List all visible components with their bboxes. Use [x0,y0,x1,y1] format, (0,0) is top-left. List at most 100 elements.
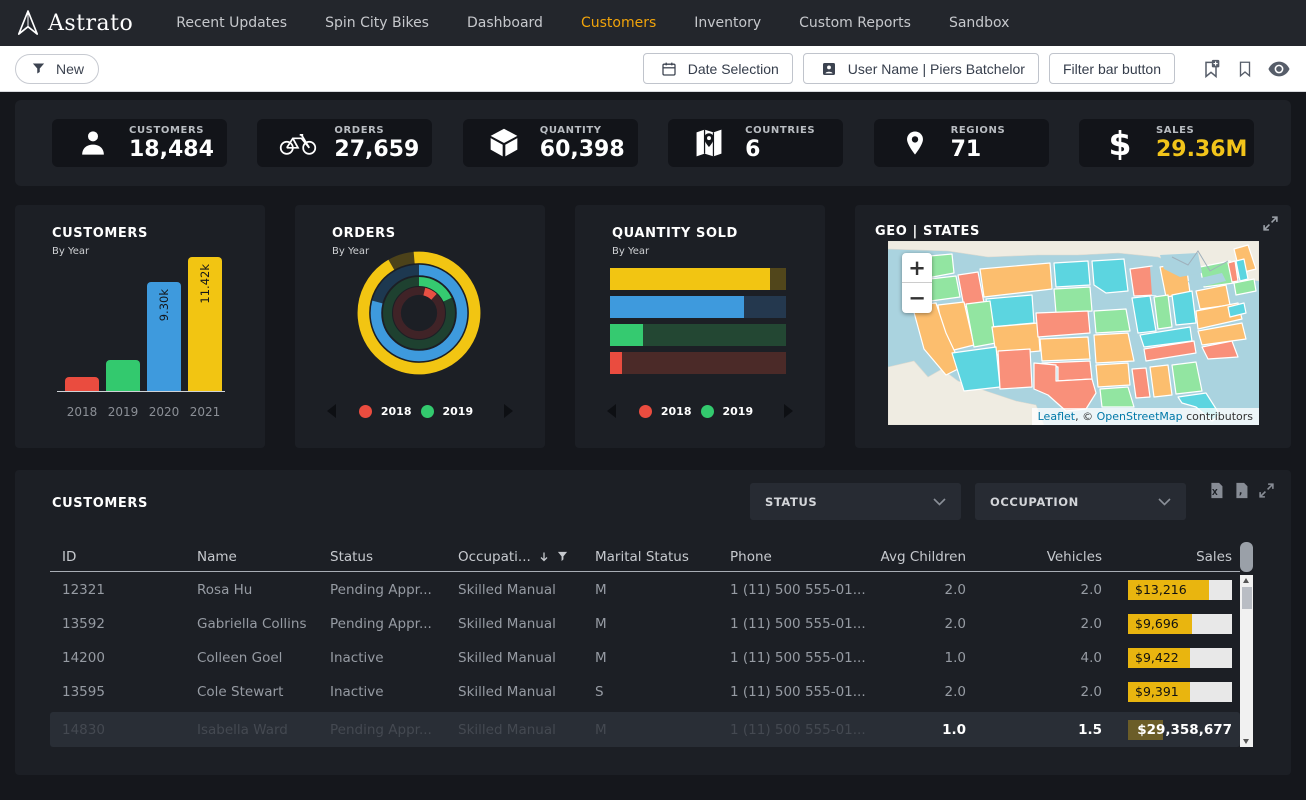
col-header-occupation[interactable]: Occupati... [446,549,583,565]
date-selection-label: Date Selection [688,61,779,77]
hbar[interactable] [610,352,786,374]
nav-item-dashboard[interactable]: Dashboard [448,0,562,46]
attribution-sep: , © [1075,410,1097,423]
table-row[interactable]: 13592 Gabriella Collins Pending Appr... … [50,607,1240,641]
table-row[interactable]: 14200 Colleen Goel Inactive Skilled Manu… [50,641,1240,675]
user-label: User Name | Piers Batchelor [848,61,1025,77]
legend-prev-icon[interactable] [327,404,336,418]
status-filter-dropdown[interactable]: STATUS [750,483,961,520]
hbar[interactable] [610,296,786,318]
expand-icon[interactable] [1258,482,1275,499]
table-scrollbar[interactable] [1240,575,1253,747]
cell-marital: S [583,684,718,700]
x-axis-line [57,391,225,392]
nav-item-custom-reports[interactable]: Custom Reports [780,0,930,46]
kpi-panel: CUSTOMERS 18,484 ORDERS 27,659 QUANTITY … [15,100,1291,186]
scroll-down-icon[interactable] [1243,739,1249,744]
cell-id: 13595 [50,684,185,700]
customers-person-icon [74,128,112,158]
nav-item-inventory[interactable]: Inventory [675,0,780,46]
col-header-avg-children[interactable]: Avg Children [870,549,974,565]
column-filter-icon[interactable] [557,551,568,562]
vbar[interactable]: 11.42k [188,257,222,391]
zoom-in-button[interactable]: + [902,253,932,283]
col-header-phone[interactable]: Phone [718,549,870,565]
cell-occupation: Skilled Manual [446,684,583,700]
hbar[interactable] [610,268,786,290]
cell-phone: 1 (11) 500 555-01... [718,684,870,700]
cell-name: Cole Stewart [185,684,318,700]
legend-next-icon[interactable] [784,404,793,418]
bar-label: 11.42k [198,264,212,304]
table-row[interactable]: 13595 Cole Stewart Inactive Skilled Manu… [50,675,1240,709]
expand-icon[interactable] [1262,215,1280,233]
kpi-countries: COUNTRIES 6 [668,119,843,167]
col-header-sales[interactable]: Sales [1110,549,1240,565]
eye-icon[interactable] [1267,57,1291,81]
kpi-label: SALES [1156,125,1247,136]
osm-link[interactable]: OpenStreetMap [1097,410,1183,423]
nav-item-spin-city-bikes[interactable]: Spin City Bikes [306,0,448,46]
cell-sales: $9,696 [1110,614,1240,634]
status-filter-label: STATUS [765,495,817,509]
x-axis-labels: 2018 2019 2020 2021 [65,405,222,419]
leaflet-link[interactable]: Leaflet [1038,410,1075,423]
export-csv-icon[interactable]: , [1233,482,1250,499]
occupation-filter-dropdown[interactable]: OCCUPATION [975,483,1186,520]
legend-dot-2019 [701,405,714,418]
bookmark-add-icon[interactable] [1199,57,1223,81]
date-selection-button[interactable]: Date Selection [643,53,793,84]
col-header-name[interactable]: Name [185,549,318,565]
cell-occupation: Skilled Manual [446,582,583,598]
user-badge-icon [817,57,841,81]
sort-descending-icon[interactable] [538,551,550,563]
col-header-vehicles[interactable]: Vehicles [974,549,1110,565]
nav-item-customers[interactable]: Customers [562,0,675,46]
regions-pin-icon [896,127,934,159]
total-sales-value: $29,358,677 [1137,722,1232,738]
bookmark-icon[interactable] [1233,57,1257,81]
legend-next-icon[interactable] [504,404,513,418]
cell-status: Pending Appr... [318,582,446,598]
legend-dot-2018 [639,405,652,418]
donut-chart[interactable] [356,250,482,376]
table-row[interactable]: 12321 Rosa Hu Pending Appr... Skilled Ma… [50,573,1240,607]
kpi-value: 29.36M [1156,137,1247,162]
hbar[interactable] [610,324,786,346]
cell-phone: 1 (11) 500 555-01... [718,616,870,632]
cell-status: Inactive [318,684,446,700]
export-excel-icon[interactable]: X [1208,482,1225,499]
nav-item-sandbox[interactable]: Sandbox [930,0,1029,46]
table-scrollbar-thumb-outer[interactable] [1240,542,1253,572]
vbar[interactable] [65,377,99,391]
total-avg-children: 1.0 [870,722,974,738]
vbar[interactable]: 9.30k [147,282,181,391]
col-header-marital-status[interactable]: Marital Status [583,549,718,565]
legend-dot-2019 [421,405,434,418]
cell-sales: $13,216 [1110,580,1240,600]
col-header-id[interactable]: ID [50,549,185,565]
col-header-status[interactable]: Status [318,549,446,565]
chart-legend: 2018 2019 [575,404,825,418]
bar-label: 9.30k [157,289,171,321]
hbar-chart [610,268,786,374]
nav-item-recent-updates[interactable]: Recent Updates [157,0,306,46]
user-button[interactable]: User Name | Piers Batchelor [803,53,1039,84]
zoom-out-button[interactable]: − [902,283,932,313]
attribution-suffix: contributors [1183,410,1253,423]
table-scrollbar-thumb[interactable] [1242,587,1252,609]
customers-table-card: CUSTOMERS STATUS OCCUPATION X , ID Name … [15,470,1291,775]
brand: Astrato [16,9,133,37]
new-filter-button[interactable]: New [15,54,99,84]
kpi-label: ORDERS [334,125,419,136]
kpi-value: 27,659 [334,137,419,162]
kpi-label: QUANTITY [540,125,625,136]
cell-marital: M [583,616,718,632]
filter-bar-button[interactable]: Filter bar button [1049,53,1175,84]
vbar[interactable] [106,360,140,391]
leaflet-map[interactable]: + − Leaflet, © OpenStreetMap contributor… [888,241,1259,425]
legend-prev-icon[interactable] [607,404,616,418]
cell-marital: M [583,650,718,666]
scroll-up-icon[interactable] [1243,578,1249,583]
legend-label-2019: 2019 [723,405,754,418]
